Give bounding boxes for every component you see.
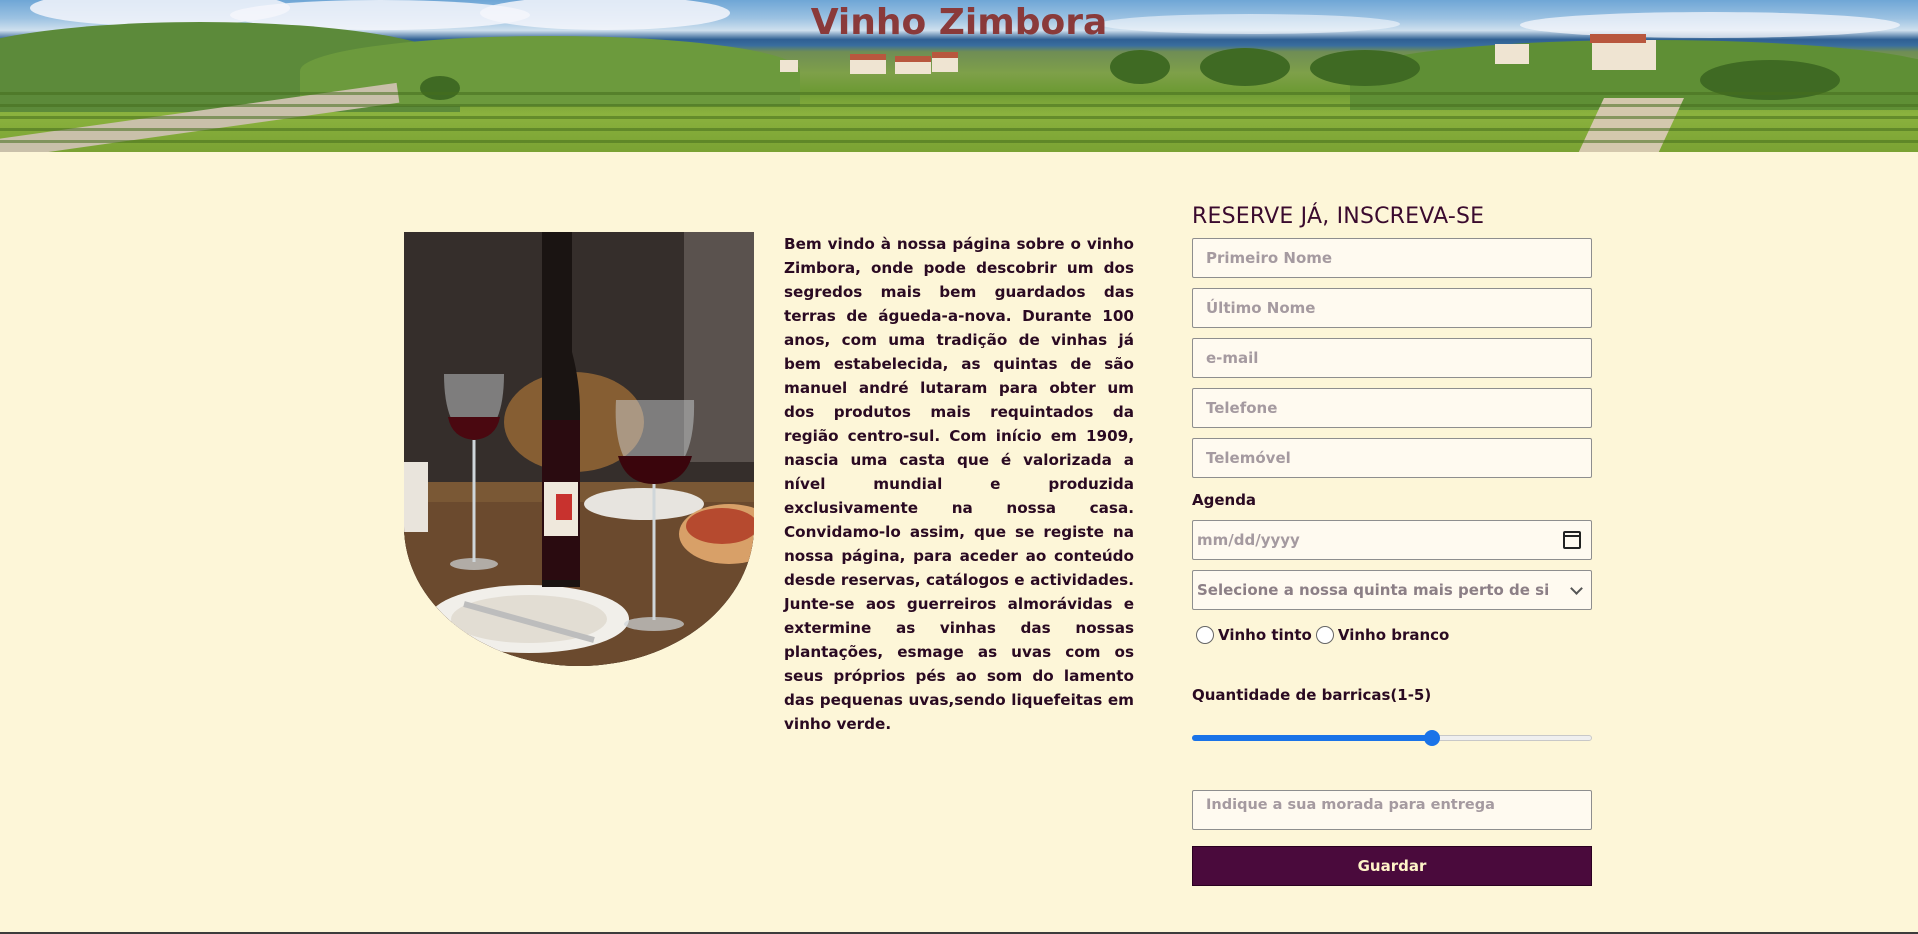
save-button[interactable]: Guardar [1192, 846, 1592, 886]
first-name-placeholder: Primeiro Nome [1206, 249, 1333, 267]
quinta-select-value: Selecione a nossa quinta mais perto de s… [1197, 581, 1550, 599]
phone-input[interactable]: Telefone [1192, 388, 1592, 428]
email-input[interactable]: e-mail [1192, 338, 1592, 378]
registration-form: RESERVE JÁ, INSCREVA-SE Primeiro Nome Úl… [1192, 200, 1592, 886]
agenda-date-input[interactable]: mm/dd/yyyy [1192, 520, 1592, 560]
barrels-slider[interactable] [1192, 728, 1592, 748]
form-heading: RESERVE JÁ, INSCREVA-SE [1192, 204, 1485, 229]
first-name-input[interactable]: Primeiro Nome [1192, 238, 1592, 278]
wine-type-radio-group: Vinho tinto Vinho branco [1196, 626, 1453, 644]
mobile-placeholder: Telemóvel [1206, 449, 1291, 467]
phone-placeholder: Telefone [1206, 399, 1278, 417]
quinta-select[interactable]: Selecione a nossa quinta mais perto de s… [1192, 570, 1592, 610]
calendar-icon[interactable] [1563, 531, 1581, 549]
mobile-input[interactable]: Telemóvel [1192, 438, 1592, 478]
address-placeholder: Indique a sua morada para entrega [1206, 797, 1495, 813]
email-placeholder: e-mail [1206, 349, 1259, 367]
address-textarea[interactable]: Indique a sua morada para entrega [1192, 790, 1592, 830]
slider-fill [1192, 735, 1432, 741]
slider-thumb[interactable] [1424, 730, 1440, 746]
hero-banner: Vinho Zimbora [0, 0, 1918, 152]
last-name-input[interactable]: Último Nome [1192, 288, 1592, 328]
agenda-label: Agenda [1192, 491, 1257, 509]
radio-vinho-tinto[interactable] [1196, 626, 1214, 644]
radio-vinho-branco-label: Vinho branco [1337, 626, 1450, 644]
radio-vinho-branco[interactable] [1315, 626, 1334, 644]
last-name-placeholder: Último Nome [1206, 299, 1316, 317]
wine-table-photo [404, 232, 754, 666]
page-title: Vinho Zimbora [810, 2, 1108, 43]
chevron-down-icon [1570, 581, 1583, 595]
intro-paragraph: Bem vindo à nossa página sobre o vinho Z… [784, 235, 1134, 733]
date-placeholder: mm/dd/yyyy [1197, 531, 1300, 549]
barrels-label: Quantidade de barricas(1-5) [1192, 686, 1432, 704]
radio-vinho-tinto-label: Vinho tinto [1218, 626, 1312, 644]
